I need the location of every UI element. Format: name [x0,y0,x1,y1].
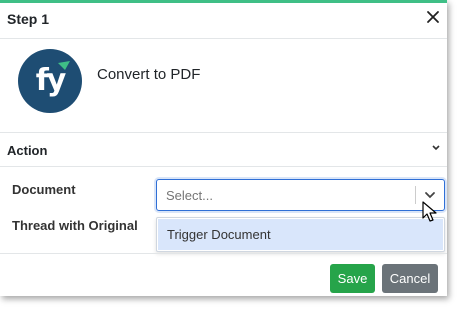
document-dropdown-menu: Trigger Document [156,217,445,252]
dialog-title: Step 1 [7,11,50,27]
app-name: Convert to PDF [97,66,201,83]
thread-label: Thread with Original [12,218,138,233]
option-label: Trigger Document [167,227,271,242]
document-select[interactable]: Select... [156,179,445,211]
action-section-header[interactable]: Action [0,133,447,167]
select-separator [415,186,416,204]
logo-text: fy [35,63,67,98]
cancel-button[interactable]: Cancel [382,264,438,293]
chevron-down-icon[interactable] [423,188,437,202]
chevron-down-icon [432,145,440,151]
logo-flag-icon [58,61,70,70]
save-button[interactable]: Save [330,264,375,293]
dialog-header: Step 1 [0,3,447,39]
select-placeholder: Select... [166,188,213,203]
step-dialog: Step 1 fy Convert to PDF Action Document… [0,0,447,296]
footer-divider [0,253,447,254]
option-trigger-document[interactable]: Trigger Document [158,219,443,250]
document-label: Document [12,182,76,197]
close-icon[interactable] [425,9,441,25]
app-logo: fy [18,49,82,113]
app-info: fy Convert to PDF [0,39,447,133]
mouse-cursor-icon [422,201,437,222]
section-title: Action [7,143,48,158]
